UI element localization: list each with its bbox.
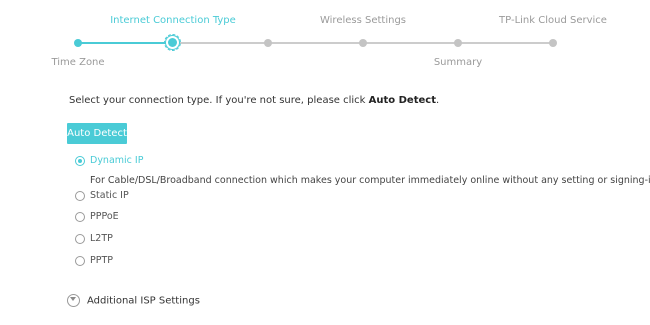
radio-option-dynamic-ip[interactable]: Dynamic IP For Cable/DSL/Broadband conne… <box>75 155 650 186</box>
radio-button-icon[interactable] <box>75 211 85 222</box>
dynamic-ip-description: For Cable/DSL/Broadband connection which… <box>90 175 650 186</box>
step-label-tp-link-cloud-service: TP-Link Cloud Service <box>499 15 607 26</box>
radio-button-icon[interactable] <box>75 155 85 166</box>
additional-isp-settings-toggle[interactable]: Additional ISP Settings <box>67 294 200 307</box>
instruction-suffix: . <box>435 95 440 106</box>
radio-button-icon[interactable] <box>75 233 85 244</box>
step-dot-unlabeled <box>264 39 272 47</box>
instruction-auto-detect-emphasis: Auto Detect <box>368 95 436 106</box>
radio-option-static-ip[interactable]: Static IP <box>75 190 129 201</box>
progress-track-completed <box>78 42 173 44</box>
radio-option-pppoe[interactable]: PPPoE <box>75 211 119 222</box>
additional-isp-settings-label: Additional ISP Settings <box>87 295 200 307</box>
instruction-text: Select your connection type. If you're n… <box>69 95 439 106</box>
circle-chevron-down-icon[interactable] <box>67 294 80 307</box>
radio-option-pptp[interactable]: PPTP <box>75 255 113 266</box>
step-label-time-zone: Time Zone <box>51 57 105 68</box>
step-dot-wireless-settings <box>359 39 367 47</box>
option-label-pptp: PPTP <box>90 255 113 266</box>
instruction-main: Select your connection type. If you're n… <box>69 95 369 106</box>
option-label-dynamic-ip: Dynamic IP <box>90 155 144 166</box>
step-dot-internet-connection-type <box>164 34 181 51</box>
radio-button-icon[interactable] <box>75 190 85 201</box>
step-label-wireless-settings: Wireless Settings <box>319 15 407 26</box>
step-label-internet-connection-type: Internet Connection Type <box>110 15 236 26</box>
option-label-static-ip: Static IP <box>90 190 129 201</box>
radio-option-l2tp[interactable]: L2TP <box>75 233 113 244</box>
setup-progress-stepper: Time Zone Internet Connection Type Wirel… <box>0 0 650 80</box>
option-label-l2tp: L2TP <box>90 233 113 244</box>
step-label-summary: Summary <box>433 57 483 68</box>
radio-button-icon[interactable] <box>75 255 85 266</box>
auto-detect-button[interactable]: Auto Detect <box>67 123 127 144</box>
step-dot-time-zone <box>74 39 82 47</box>
option-label-pppoe: PPPoE <box>90 211 119 222</box>
step-dot-tp-link-cloud-service <box>549 39 557 47</box>
step-dot-summary <box>454 39 462 47</box>
